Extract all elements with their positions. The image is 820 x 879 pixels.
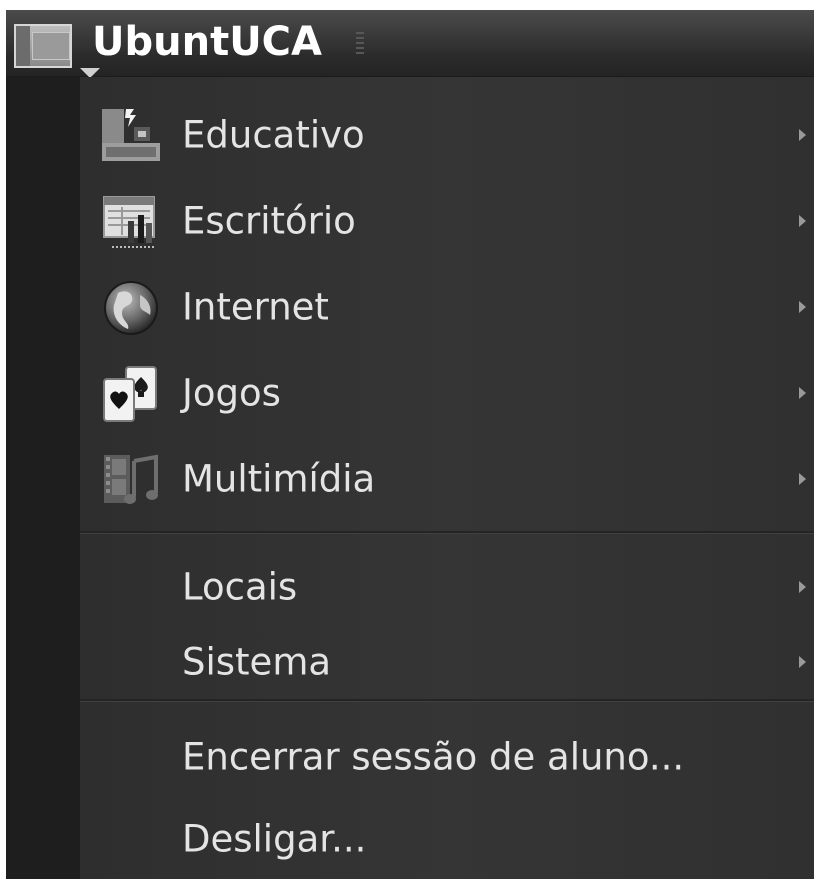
menu-separator [80, 699, 814, 702]
menu-item-label: Sistema [182, 640, 332, 684]
globe-icon [104, 281, 158, 335]
menu-item-label: Encerrar sessão de aluno... [182, 735, 685, 779]
office-icon [103, 196, 156, 248]
applications-menu-button[interactable]: UbuntUCA [92, 18, 322, 66]
applications-menu: Educativo Escritório Internet Jogos Mult… [80, 77, 814, 879]
side-strip [6, 77, 80, 879]
submenu-arrow-icon [799, 656, 806, 668]
menu-item-escritorio[interactable]: Escritório [80, 181, 814, 261]
menu-item-educativo[interactable]: Educativo [80, 95, 814, 175]
submenu-arrow-icon [799, 301, 806, 313]
menu-item-internet[interactable]: Internet [80, 267, 814, 347]
menu-item-label: Escritório [182, 199, 356, 243]
menu-launcher-icon [14, 24, 72, 68]
education-icon [102, 109, 160, 161]
menu-item-locais[interactable]: Locais [80, 550, 814, 624]
menu-separator [80, 531, 814, 534]
panel-drag-handle[interactable] [356, 32, 364, 54]
menu-item-jogos[interactable]: Jogos [80, 353, 814, 433]
multimedia-icon [104, 454, 158, 504]
menu-launcher-button[interactable] [10, 16, 74, 76]
menu-item-label: Desligar... [182, 817, 367, 861]
submenu-arrow-icon [799, 581, 806, 593]
menu-item-label: Educativo [182, 113, 365, 157]
submenu-arrow-icon [799, 129, 806, 141]
desktop-screen: UbuntUCA Educativo Escritório Internet J… [6, 10, 814, 879]
menu-item-shutdown[interactable]: Desligar... [80, 799, 814, 879]
menu-item-sistema[interactable]: Sistema [80, 625, 814, 699]
menu-item-logout[interactable]: Encerrar sessão de aluno... [80, 717, 814, 797]
playing-cards-icon [103, 366, 157, 422]
menu-item-label: Internet [182, 285, 329, 329]
submenu-arrow-icon [799, 473, 806, 485]
menu-item-label: Multimídia [182, 457, 376, 501]
submenu-arrow-icon [799, 387, 806, 399]
menu-item-multimidia[interactable]: Multimídia [80, 439, 814, 519]
menu-item-label: Jogos [182, 371, 281, 415]
menu-item-label: Locais [182, 565, 298, 609]
top-panel: UbuntUCA [6, 10, 814, 78]
submenu-arrow-icon [799, 215, 806, 227]
